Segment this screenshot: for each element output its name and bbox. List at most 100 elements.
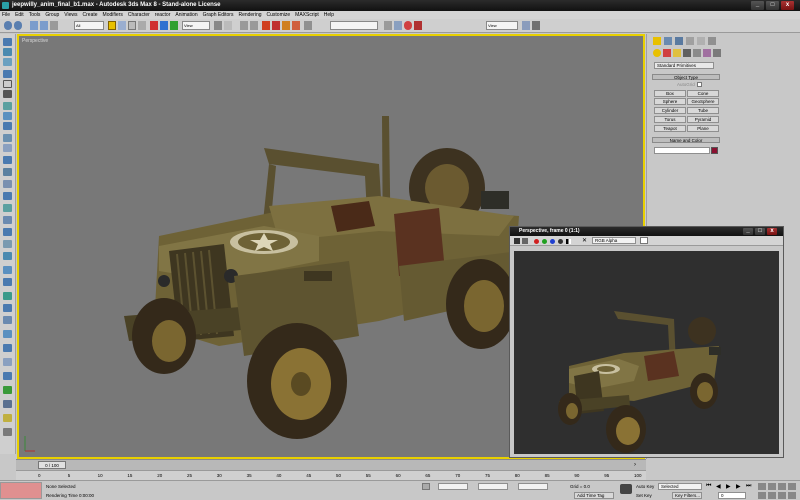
material-editor-icon[interactable] (404, 21, 412, 30)
y-coordinate-field[interactable] (478, 483, 508, 490)
object-type-rollout[interactable]: Object Type (652, 74, 720, 80)
zoom-extents-all-icon[interactable] (788, 483, 796, 490)
tool-icon-32[interactable] (3, 414, 12, 422)
tool-icon-22[interactable] (3, 278, 12, 286)
menu-reactor[interactable]: reactor (155, 12, 171, 18)
tool-icon-5[interactable] (3, 80, 12, 88)
pan-icon[interactable] (768, 492, 776, 499)
menu-maxscript[interactable]: MAXScript (295, 12, 319, 18)
menu-group[interactable]: Group (45, 12, 59, 18)
angle-snap-icon[interactable] (250, 21, 258, 30)
quick-render-icon[interactable] (522, 21, 530, 30)
render-setup-icon[interactable] (414, 21, 422, 30)
field-of-view-icon[interactable] (758, 492, 766, 499)
geometry-icon[interactable] (653, 49, 661, 57)
select-link-icon[interactable] (30, 21, 38, 30)
menu-edit[interactable]: Edit (15, 12, 24, 18)
tool-icon-9[interactable] (3, 122, 12, 130)
add-time-tag-button[interactable]: Add Time Tag (574, 492, 614, 499)
manipulate-icon[interactable] (224, 21, 232, 30)
minimize-button[interactable]: _ (751, 1, 764, 10)
sphere-button[interactable]: Sphere (654, 98, 686, 105)
select-rotate-icon[interactable] (160, 21, 168, 30)
tool-icon-30[interactable] (3, 386, 12, 394)
select-move-icon[interactable] (150, 21, 158, 30)
tool-icon-28[interactable] (3, 358, 12, 366)
select-object-icon[interactable] (108, 21, 116, 30)
menu-file[interactable]: File (2, 12, 10, 18)
save-image-icon[interactable] (514, 238, 520, 244)
arc-rotate-icon[interactable] (778, 492, 786, 499)
curve-editor-icon[interactable] (384, 21, 392, 30)
select-by-name-icon[interactable] (118, 21, 126, 30)
plane-button[interactable]: Plane (687, 125, 719, 132)
tool-icon-24[interactable] (3, 304, 12, 312)
tool-icon-19[interactable] (3, 240, 12, 248)
systems-icon[interactable] (713, 49, 721, 57)
current-frame-field[interactable]: 0 (718, 492, 746, 499)
lock-selection-icon[interactable] (422, 483, 430, 490)
tool-icon-7[interactable] (3, 102, 12, 110)
render-last-icon[interactable] (532, 21, 540, 30)
tool-icon-13[interactable] (3, 168, 12, 176)
tool-icon-27[interactable] (3, 344, 12, 352)
monochrome-icon[interactable] (566, 239, 571, 244)
set-key-button[interactable]: Set Key (636, 493, 652, 498)
tool-icon-21[interactable] (3, 266, 12, 274)
play-icon[interactable]: ▶ (726, 483, 731, 490)
torus-button[interactable]: Torus (654, 116, 686, 123)
lights-icon[interactable] (673, 49, 681, 57)
modify-tab-icon[interactable] (664, 37, 672, 45)
close-button[interactable]: x (781, 1, 794, 10)
tool-icon-11[interactable] (3, 144, 12, 152)
render-close-button[interactable]: x (767, 228, 777, 235)
utilities-tab-icon[interactable] (708, 37, 716, 45)
blue-channel-icon[interactable] (550, 239, 555, 244)
window-crossing-icon[interactable] (138, 21, 146, 30)
menu-customize[interactable]: Customize (267, 12, 291, 18)
tube-button[interactable]: Tube (687, 107, 719, 114)
selection-filter-dropdown[interactable]: All (74, 21, 104, 30)
track-bar[interactable]: 0 5 10 15 20 25 30 35 40 45 50 55 60 65 70 75 80 85 90 95 10… (16, 470, 646, 480)
x-coordinate-field[interactable] (438, 483, 468, 490)
object-color-swatch[interactable] (711, 147, 718, 154)
menu-graph-editors[interactable]: Graph Editors (203, 12, 234, 18)
tool-icon-1[interactable] (3, 38, 12, 46)
tool-icon-4[interactable] (3, 70, 12, 78)
cone-button[interactable]: Cone (687, 90, 719, 97)
mirror-icon[interactable] (282, 21, 290, 30)
tool-icon-15[interactable] (3, 192, 12, 200)
tool-icon-25[interactable] (3, 316, 12, 324)
percent-snap-icon[interactable] (262, 21, 270, 30)
schematic-view-icon[interactable] (394, 21, 402, 30)
tool-icon-2[interactable] (3, 48, 12, 56)
tool-icon-3[interactable] (3, 58, 12, 66)
next-frame-icon[interactable]: ▶ (736, 483, 741, 490)
go-to-start-icon[interactable]: ⏮ (706, 483, 711, 490)
menu-create[interactable]: Create (83, 12, 98, 18)
go-to-end-icon[interactable]: ⏭ (746, 483, 751, 490)
tool-icon-8[interactable] (3, 112, 12, 120)
key-filters-button[interactable]: Key Filters... (672, 492, 702, 499)
shapes-icon[interactable] (663, 49, 671, 57)
unlink-icon[interactable] (40, 21, 48, 30)
green-channel-icon[interactable] (542, 239, 547, 244)
geosphere-button[interactable]: GeoSphere (687, 98, 719, 105)
reference-coordinate-dropdown[interactable]: View (182, 21, 210, 30)
cameras-icon[interactable] (683, 49, 691, 57)
helpers-icon[interactable] (693, 49, 701, 57)
tool-icon-20[interactable] (3, 252, 12, 260)
bind-space-warp-icon[interactable] (50, 21, 58, 30)
snaps-toggle-icon[interactable] (240, 21, 248, 30)
tool-icon-33[interactable] (3, 428, 12, 436)
box-button[interactable]: Box (654, 90, 686, 97)
menu-animation[interactable]: Animation (175, 12, 197, 18)
menu-character[interactable]: Character (128, 12, 150, 18)
tool-icon-31[interactable] (3, 400, 12, 408)
object-name-field[interactable] (654, 147, 710, 154)
time-slider[interactable]: 0 / 100 › (16, 459, 646, 470)
spinner-snap-icon[interactable] (272, 21, 280, 30)
pivot-center-icon[interactable] (214, 21, 222, 30)
autogrid-checkbox[interactable] (697, 82, 702, 87)
redo-icon[interactable] (14, 21, 22, 30)
